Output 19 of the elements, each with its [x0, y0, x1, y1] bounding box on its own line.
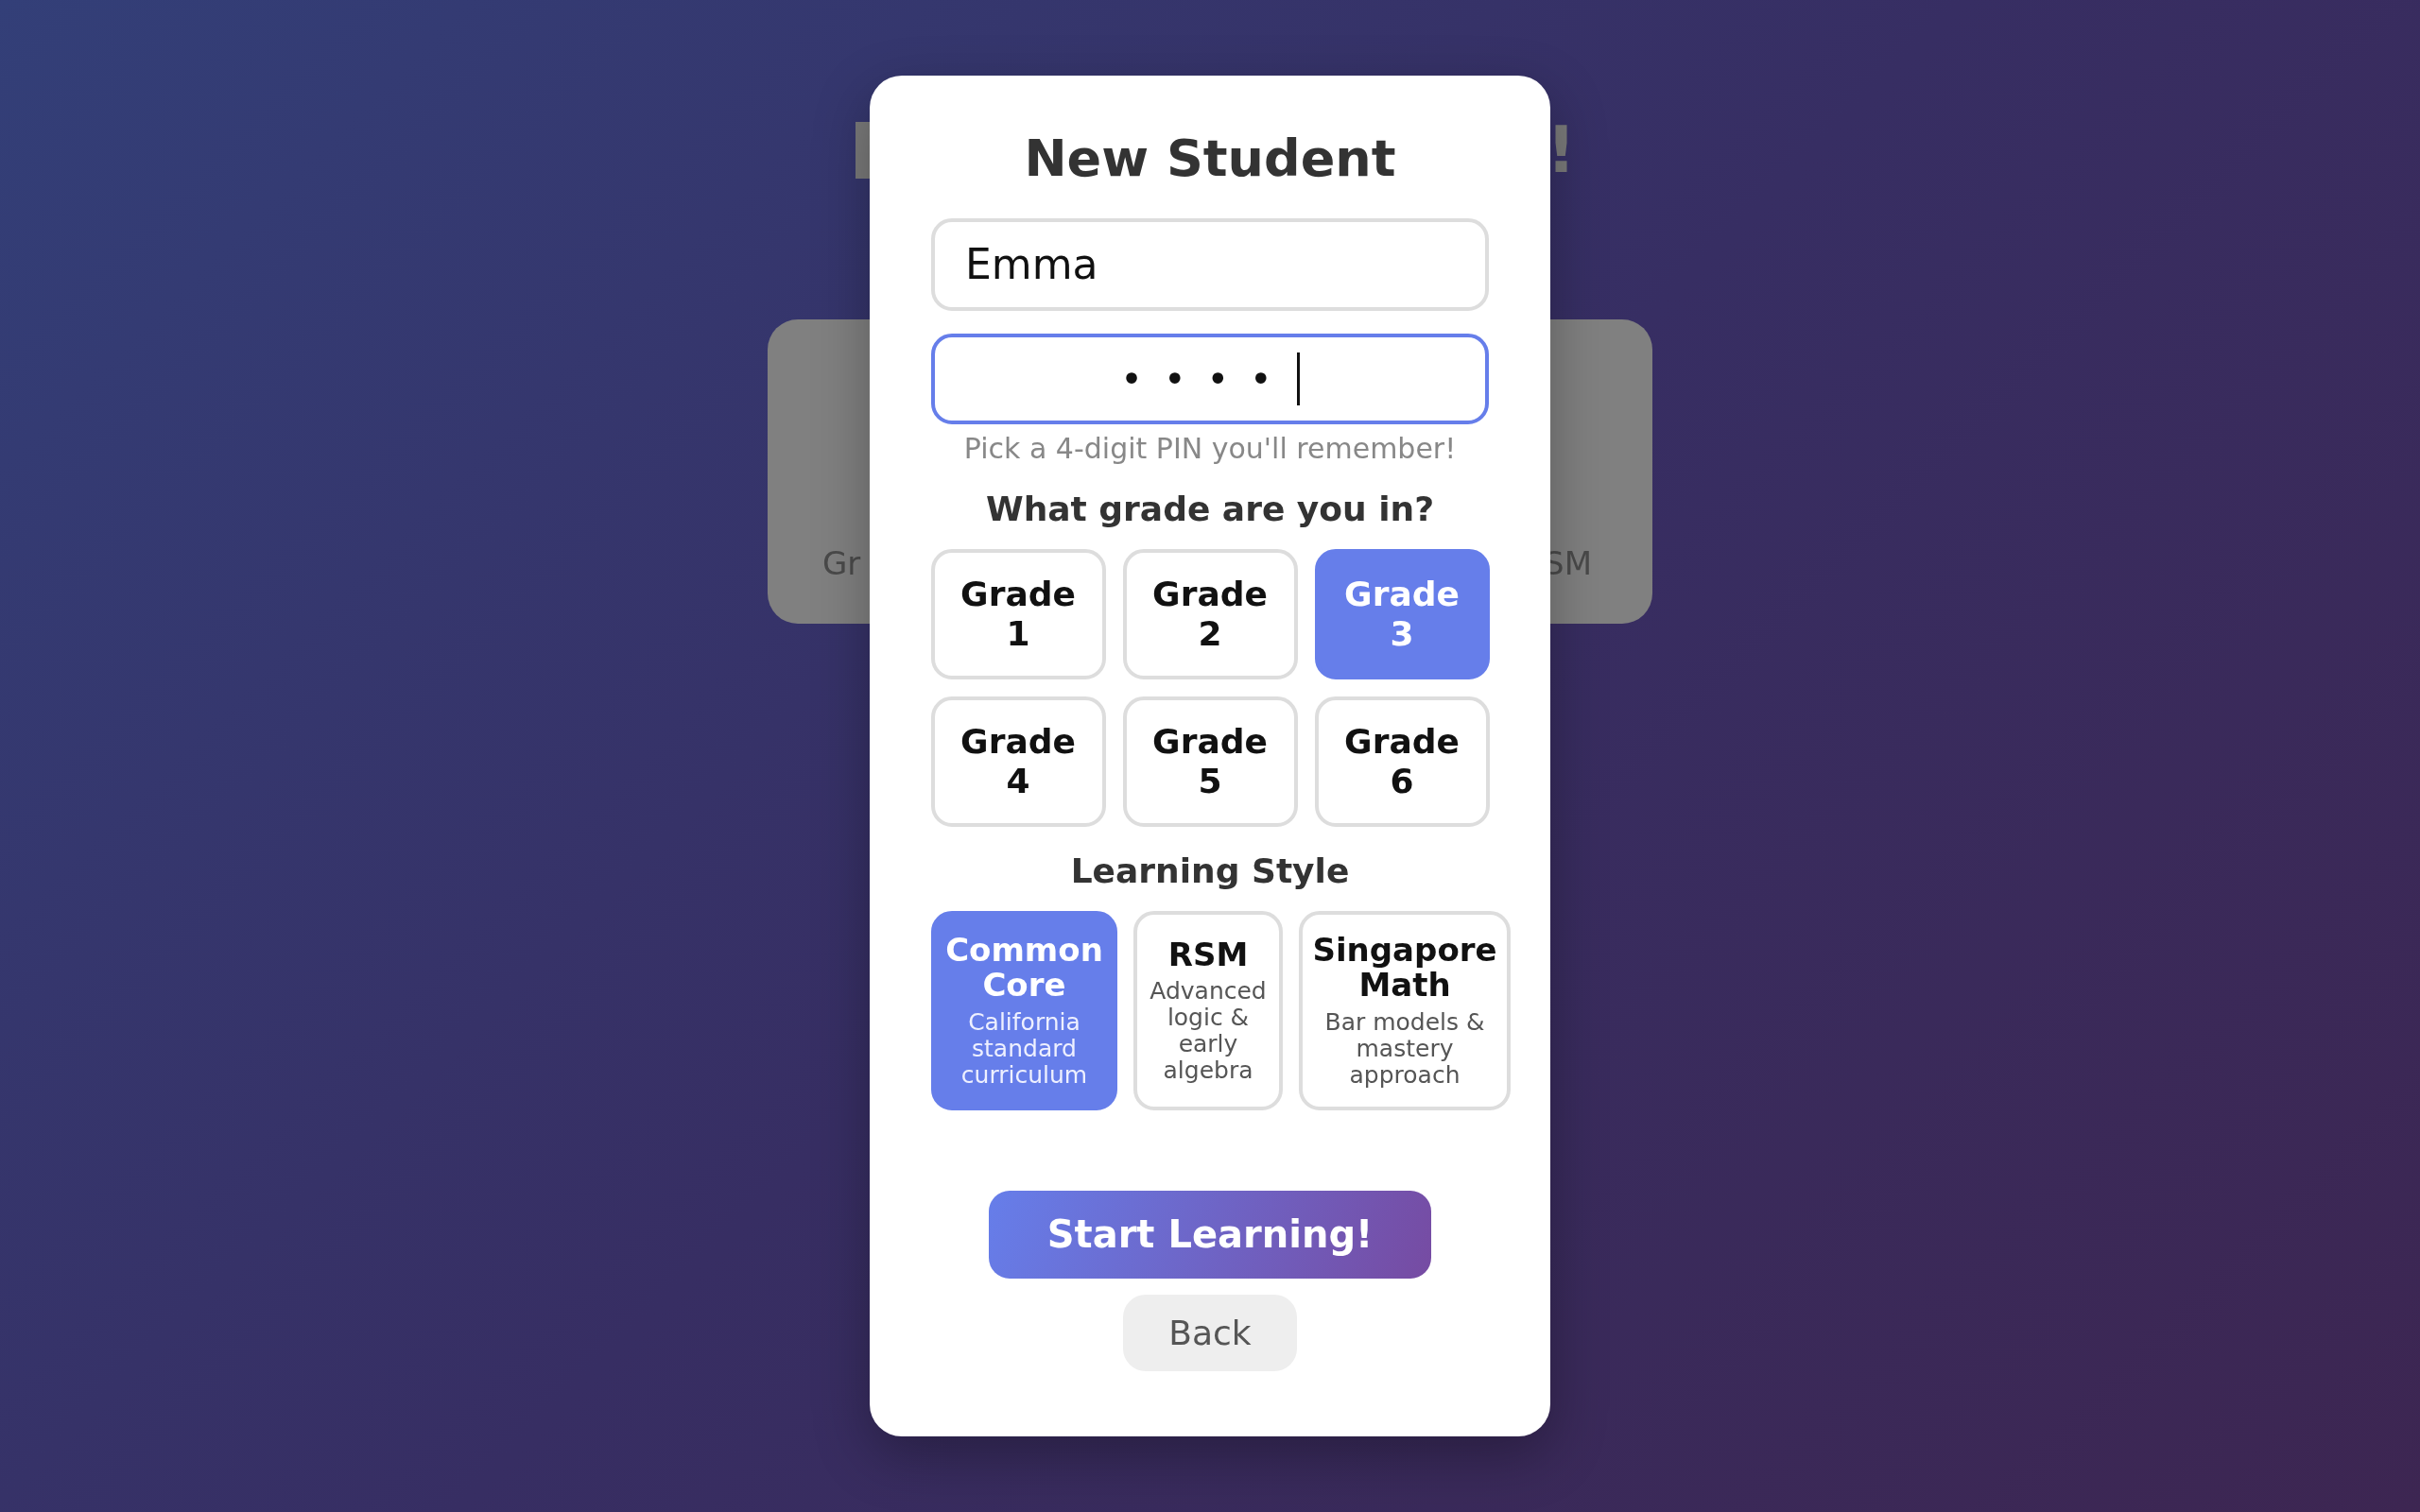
pin-hint: Pick a 4-digit PIN you'll remember! — [963, 431, 1457, 465]
grade-button[interactable]: Grade 3 — [1314, 548, 1490, 679]
grade-button[interactable]: Grade 6 — [1314, 696, 1490, 827]
back-button[interactable]: Back — [1123, 1294, 1297, 1371]
style-option[interactable]: RSM Advanced logic & early algebra — [1133, 910, 1283, 1110]
grade-button[interactable]: Grade 1 — [930, 548, 1106, 679]
page-heading: ! — [1547, 118, 1576, 182]
style-option[interactable]: Common Core California standard curriculum — [931, 910, 1117, 1110]
grade-button[interactable]: Grade 4 — [930, 696, 1106, 827]
dialog-title: New Student — [1024, 129, 1396, 190]
style-option[interactable]: Singapore Math Bar models & mastery approach — [1299, 910, 1511, 1110]
grade-question: What grade are you in? — [985, 489, 1435, 528]
heading-fragment — [856, 122, 871, 179]
pin-field[interactable]: •••• — [931, 333, 1489, 424]
style-heading: Learning Style — [1070, 850, 1350, 890]
name-field[interactable]: Emma — [931, 217, 1489, 311]
grade-button[interactable]: Grade 5 — [1122, 696, 1298, 827]
start-button[interactable]: Start Learning! — [989, 1190, 1431, 1279]
grade-button[interactable]: Grade 2 — [1122, 548, 1298, 679]
